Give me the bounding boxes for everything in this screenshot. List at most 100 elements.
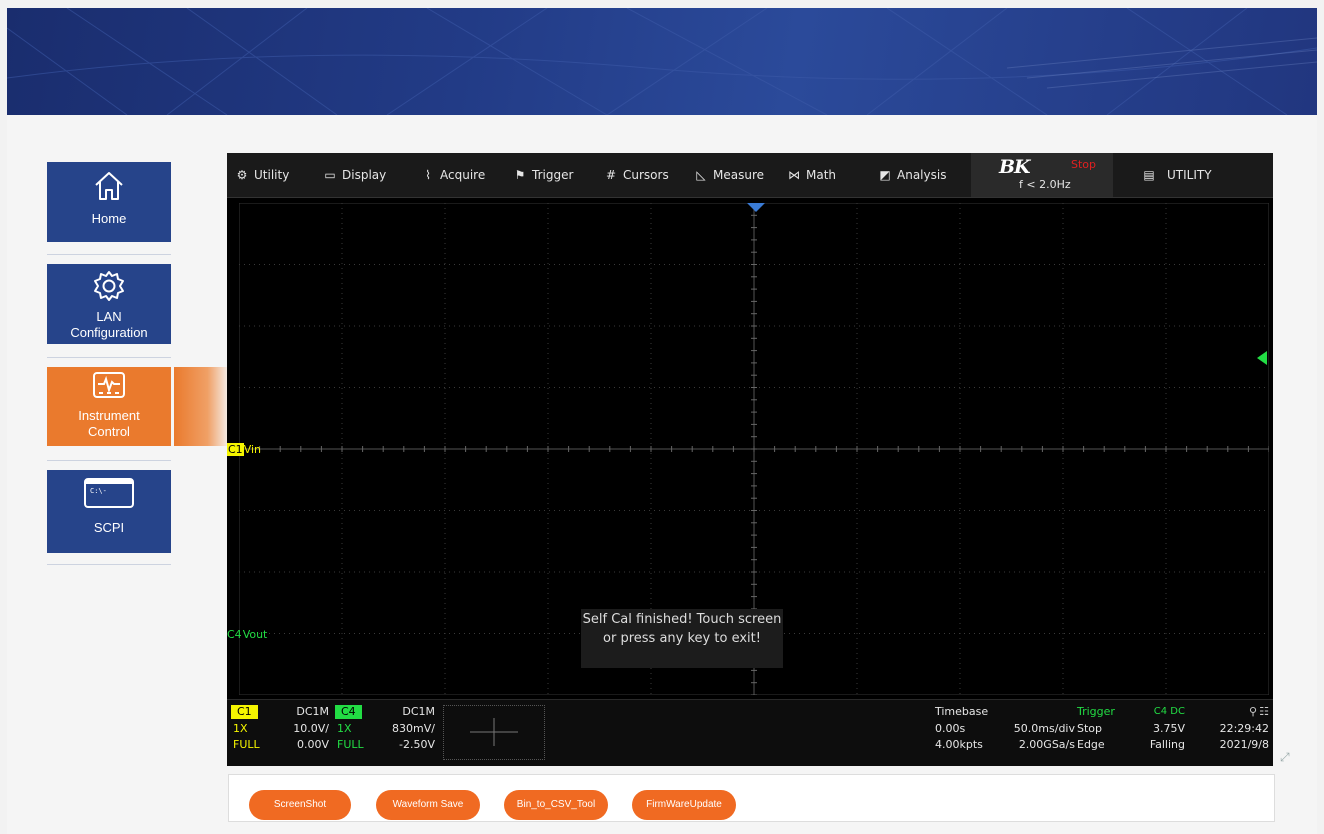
sidebar-item-label: LAN [96,309,122,324]
active-indicator [174,367,230,446]
clock-date: 2021/9/8 [1219,738,1269,751]
menu-trigger[interactable]: ⚑ Trigger [513,167,574,183]
menu-acquire[interactable]: ⌇ Acquire [421,167,485,183]
oscilloscope-screen[interactable]: ⚙ Utility ▭ Display ⌇ Acquire ⚑ Trigger # Cur… [227,153,1273,766]
menu-label: Acquire [440,168,486,182]
timebase-rate: 2.00GSa/s [1018,738,1075,751]
trigger-state: Stop [1077,722,1103,735]
channel1-name: C1 [231,705,258,719]
sidebar-item-lan-configuration[interactable]: LAN Configuration [47,264,171,344]
timebase-points: 4.00kpts [935,738,983,751]
menu-display[interactable]: ▭ Display [323,167,386,183]
plus-icon [470,718,518,746]
channel1-label: Vin [243,443,261,456]
channel1-probe: 1X [233,722,248,735]
display-icon: ▭ [324,168,336,182]
brand-logo: BK [999,156,1031,178]
clock-time: 22:29:42 [1219,722,1269,735]
trigger-title: Trigger [1077,705,1115,718]
time-position-marker[interactable] [747,203,765,213]
channel4-bandwidth: FULL [337,738,364,751]
clock-info: ⚲ ☷ 22:29:42 2021/9/8 [1191,705,1269,760]
screenshot-button[interactable]: ScreenShot [249,790,351,820]
waveform-save-button[interactable]: Waveform Save [376,790,480,820]
acquire-icon: ⌇ [425,168,431,182]
menu-label: Display [342,168,387,182]
menu-label: Analysis [897,168,947,182]
channel1-coupling: DC1M [296,705,329,718]
channel4-coupling: DC1M [402,705,435,718]
header-banner [7,8,1317,115]
channel4-name: C4 [335,705,362,719]
menu-utility[interactable]: ⚙ Utility [235,167,290,183]
flag-icon: ⚑ [514,168,526,182]
trigger-info[interactable]: Trigger C4 DC Stop 3.75V Edge Falling [1077,705,1189,760]
menu-label: Trigger [532,168,574,182]
menu-analysis[interactable]: ◩ Analysis [878,167,946,183]
trigger-level: 3.75V [1152,722,1185,735]
timebase-info[interactable]: Timebase 0.00s 50.0ms/div 4.00kpts 2.00G… [935,705,1075,760]
menu-label: Math [806,168,837,182]
sidebar-divider [47,357,171,358]
menu-math[interactable]: ⋈ Math [787,167,836,183]
banner-pattern [7,8,1317,115]
channel4-info[interactable]: C4 DC1M 1X 830mV/ FULL -2.50V [335,705,439,760]
channel4-probe: 1X [337,722,352,735]
channel4-scale: 830mV/ [392,722,435,735]
channel4-tag: C4 [227,628,242,641]
usb-icon: ⚲ [1248,705,1257,718]
trigger-slope: Falling [1149,738,1185,751]
channel4-offset: -2.50V [399,738,435,751]
channel1-scale: 10.0V/ [293,722,329,735]
channel4-marker[interactable]: C4Vout [227,628,267,641]
fullscreen-icon[interactable]: ⤢ [1280,750,1294,764]
channel4-label: Vout [242,628,268,641]
channel1-bandwidth: FULL [233,738,260,751]
sidebar-item-label: Home [91,211,127,226]
scope-menu-bar: ⚙ Utility ▭ Display ⌇ Acquire ⚑ Trigger # Cur… [227,153,1273,198]
run-status-panel[interactable]: BK Stop f < 2.0Hz [971,153,1113,197]
utility-panel-title[interactable]: ▤ UTILITY [1142,167,1211,183]
channel1-offset: 0.00V [296,738,329,751]
trigger-frequency: f < 2.0Hz [1019,178,1071,191]
scope-status-bar: C1 DC1M 1X 10.0V/ FULL 0.00V C4 DC1M 1X … [227,699,1273,766]
action-bar: ScreenShot Waveform Save Bin_to_CSV_Tool… [228,774,1275,822]
sidebar-item-label: Control [88,424,130,439]
gear-icon [94,271,124,301]
monitor-waveform-icon [93,372,125,398]
run-state: Stop [1071,158,1097,171]
trigger-type: Edge [1077,738,1105,751]
math-icon: ⋈ [788,168,800,182]
firmware-update-button[interactable]: FirmWareUpdate [632,790,736,820]
channel1-info[interactable]: C1 DC1M 1X 10.0V/ FULL 0.00V [231,705,331,760]
timebase-title: Timebase [935,705,989,718]
home-icon [95,172,123,200]
self-cal-toast[interactable]: Self Cal finished! Touch screen or press… [581,609,783,668]
sidebar-item-instrument-control[interactable]: Instrument Control [47,367,171,446]
menu-label: Measure [713,168,764,182]
sidebar-item-label: SCPI [93,520,125,535]
channel1-marker[interactable]: C1Vin [227,443,261,456]
sidebar-item-home[interactable]: Home [47,162,171,242]
sidebar-divider [47,460,171,461]
terminal-icon: C:\- [84,478,134,508]
menu-label: Cursors [623,168,669,182]
menu-measure[interactable]: ◺ Measure [694,167,764,183]
cursors-icon: # [605,168,617,182]
terminal-prompt: C:\- [90,487,107,495]
trigger-level-marker[interactable] [1257,351,1267,365]
timebase-scale: 50.0ms/div [1013,722,1075,735]
network-icon: ☷ [1259,705,1269,718]
add-channel-box[interactable] [443,705,545,760]
sidebar-item-scpi[interactable]: C:\- SCPI [47,470,171,553]
menu-cursors[interactable]: # Cursors [604,167,669,183]
sidebar-item-label: Instrument [78,408,140,423]
menu-label: Utility [254,168,290,182]
sidebar-divider [47,564,171,565]
measure-icon: ◺ [696,168,706,182]
analysis-icon: ◩ [879,168,891,182]
gear-icon: ⚙ [236,168,248,182]
trigger-source: C4 DC [1153,706,1185,717]
sidebar-divider [47,254,171,255]
bin-to-csv-button[interactable]: Bin_to_CSV_Tool [504,790,608,820]
